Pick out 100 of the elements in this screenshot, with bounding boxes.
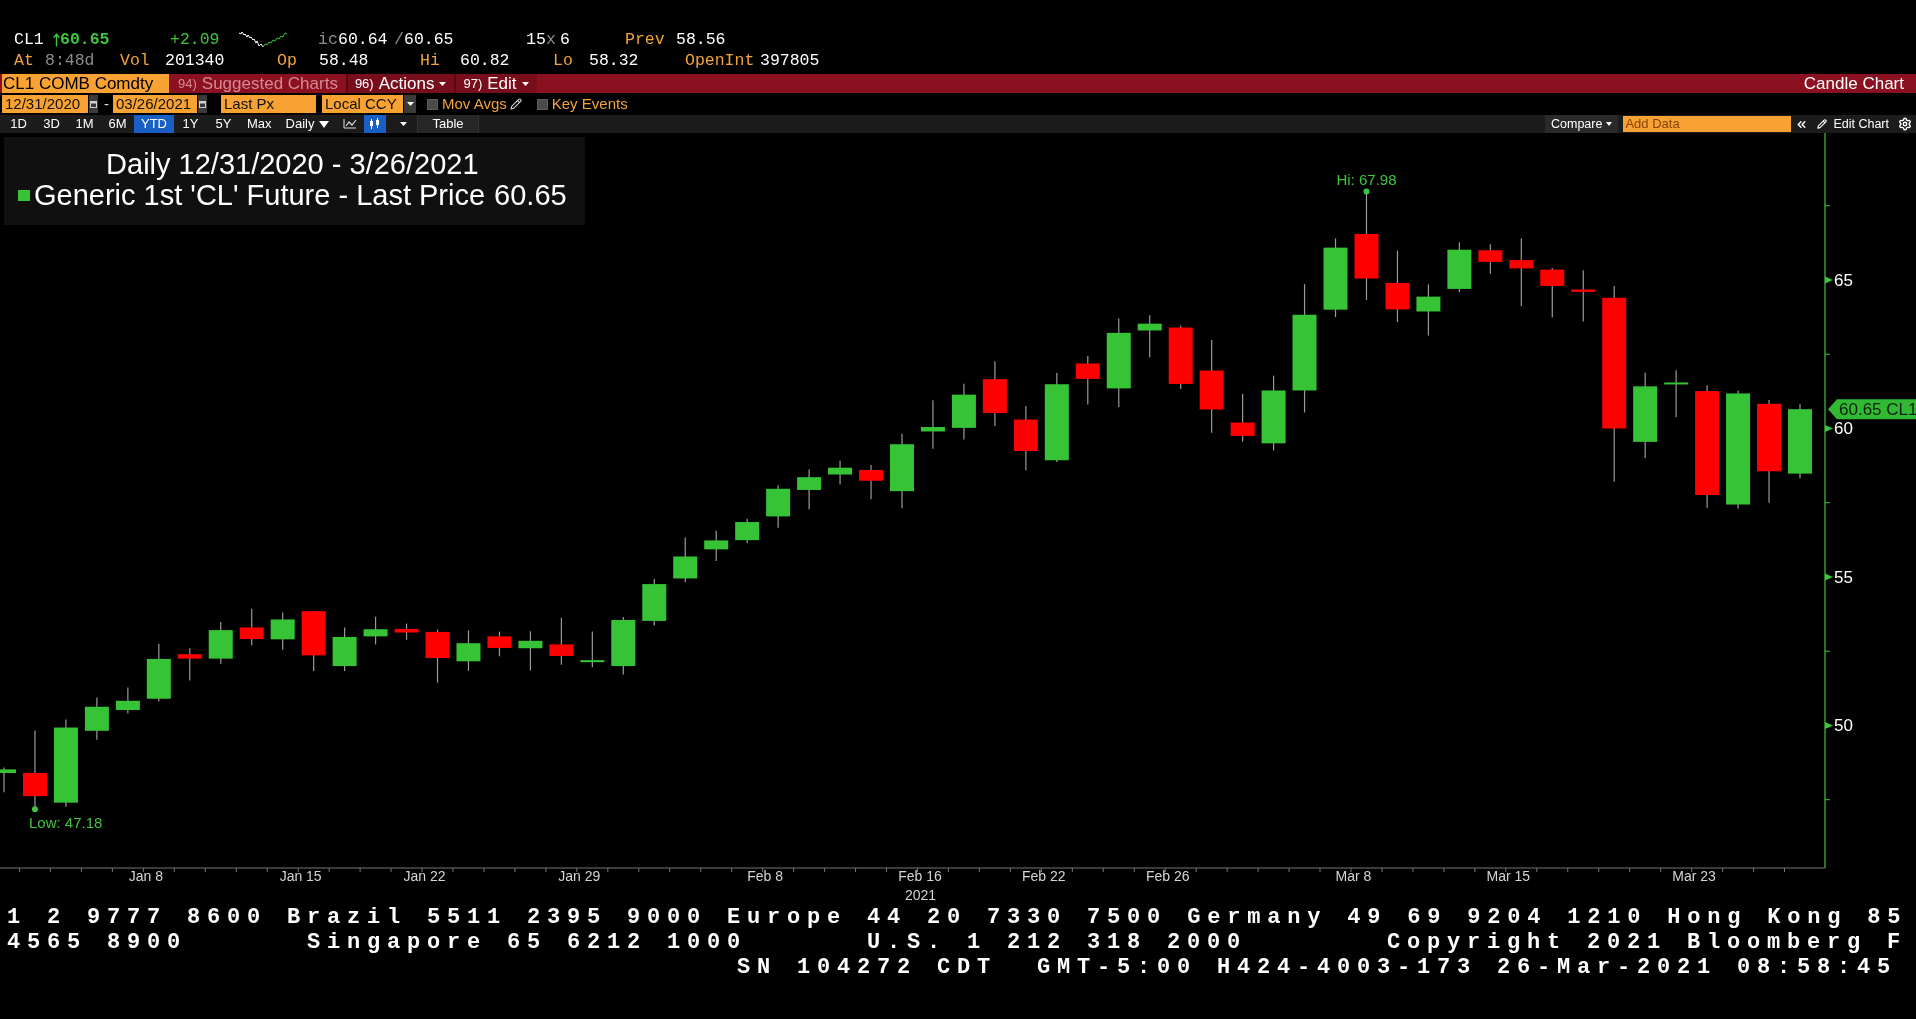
ticker-text: Copyright 2021 Bloomberg F bbox=[1387, 930, 1908, 955]
candle bbox=[766, 484, 791, 529]
calendar-button[interactable] bbox=[198, 95, 207, 113]
ticker-text: Singapore 65 6212 1000 bbox=[307, 930, 748, 955]
condition-code: ic bbox=[318, 30, 338, 50]
price-tag: 60.65 CL1 bbox=[1828, 399, 1916, 420]
edit-chart-button[interactable]: Edit Chart bbox=[1816, 115, 1890, 133]
candle bbox=[394, 623, 419, 641]
range-tab[interactable]: YTD bbox=[134, 115, 174, 133]
candle bbox=[1571, 269, 1596, 323]
toggle-label[interactable]: Key Events bbox=[551, 95, 628, 113]
x-axis-label: Feb 8 bbox=[747, 868, 784, 884]
range-tab[interactable]: 3D bbox=[35, 115, 68, 133]
x-axis-label: Feb 16 bbox=[898, 868, 942, 884]
point-marker-icon bbox=[31, 806, 38, 813]
range-tab[interactable]: Max bbox=[240, 115, 279, 133]
compare-button[interactable]: Compare bbox=[1545, 115, 1619, 133]
candle bbox=[1230, 393, 1255, 443]
candle bbox=[1509, 237, 1534, 307]
candle bbox=[332, 626, 357, 672]
candle bbox=[363, 616, 388, 645]
range-tab[interactable]: 5Y bbox=[207, 115, 240, 133]
calendar-button[interactable] bbox=[89, 95, 98, 113]
end-date-field[interactable]: 03/26/2021 bbox=[113, 95, 197, 113]
candle bbox=[673, 536, 698, 583]
stat-value: 8:48d bbox=[45, 50, 95, 71]
calendar-icon bbox=[199, 100, 206, 108]
table-button[interactable]: Table bbox=[417, 115, 479, 133]
line-chart-icon bbox=[343, 118, 358, 130]
prev-label: Prev bbox=[625, 30, 665, 50]
candle bbox=[518, 630, 543, 672]
candle bbox=[301, 610, 326, 672]
stat-label: Hi bbox=[420, 50, 440, 71]
candlestick-button[interactable] bbox=[364, 115, 387, 133]
x-axis-label: Jan 8 bbox=[128, 868, 163, 884]
candle bbox=[611, 616, 636, 675]
year-label: 2021 bbox=[904, 887, 937, 903]
x-axis-label: Feb 26 bbox=[1145, 868, 1190, 884]
candle bbox=[951, 383, 976, 441]
y-axis-label: 55 bbox=[1834, 567, 1853, 587]
pencil-icon[interactable] bbox=[509, 98, 522, 110]
stat-value: 58.48 bbox=[319, 50, 369, 71]
candle bbox=[580, 631, 605, 668]
bid-size: 15 bbox=[526, 30, 546, 50]
checkbox[interactable] bbox=[536, 98, 548, 110]
x-axis-label: Jan 15 bbox=[279, 868, 322, 884]
point-marker-icon bbox=[1363, 188, 1370, 195]
security-field[interactable]: CL1 COMB Comdty bbox=[2, 74, 169, 93]
range-tab[interactable]: 1Y bbox=[174, 115, 207, 133]
toggle-label[interactable]: Mov Avgs bbox=[442, 95, 507, 113]
calendar-icon bbox=[90, 100, 97, 108]
candle bbox=[797, 468, 822, 510]
sparkline bbox=[239, 31, 287, 49]
high-label: Hi: 67.98 bbox=[1336, 170, 1397, 188]
candle bbox=[115, 686, 140, 715]
x-axis-label: Mar 8 bbox=[1335, 868, 1372, 884]
candle bbox=[146, 643, 171, 702]
range-tab[interactable]: 6M bbox=[101, 115, 134, 133]
candle bbox=[1478, 243, 1503, 275]
series-name: Generic 1st 'CL' Future - Last Price bbox=[34, 180, 486, 211]
candle bbox=[828, 460, 853, 486]
price-change: +2.09 bbox=[170, 30, 220, 50]
candle bbox=[704, 530, 729, 562]
candle bbox=[1137, 314, 1162, 358]
candle bbox=[1168, 324, 1193, 390]
candle bbox=[920, 399, 945, 450]
price-separator: / bbox=[394, 30, 404, 50]
price-field-dropdown[interactable]: Last Px bbox=[221, 95, 316, 113]
stat-label: At bbox=[14, 50, 34, 71]
frequency-dropdown[interactable]: Daily bbox=[278, 115, 337, 133]
bid-price: 60.64 bbox=[338, 30, 388, 50]
y-axis-label: 65 bbox=[1834, 271, 1853, 290]
y-axis-label: 60 bbox=[1834, 419, 1853, 439]
ticker-text: 4565 8900 bbox=[7, 930, 188, 955]
stat-label: OpenInt bbox=[685, 50, 755, 71]
settings-icon[interactable] bbox=[1898, 117, 1912, 131]
start-date-field[interactable]: 12/31/2020 bbox=[2, 95, 88, 113]
pencil-icon bbox=[1817, 119, 1828, 129]
dropdown-button[interactable] bbox=[404, 95, 416, 113]
checkbox[interactable] bbox=[427, 98, 438, 110]
ticker-text: SN 104272 CDT GMT-5:00 H424-4003-173 26-Mar-2021 08:58:45 bbox=[737, 955, 1898, 980]
menu-button[interactable]: 97) Edit bbox=[454, 74, 537, 93]
candle bbox=[1416, 283, 1441, 337]
add-data-field[interactable]: Add Data bbox=[1623, 116, 1792, 132]
currency-dropdown[interactable]: Local CCY bbox=[322, 95, 403, 113]
stat-value: 397805 bbox=[760, 50, 820, 71]
menu-button[interactable]: 96) Actions bbox=[345, 74, 455, 93]
candle bbox=[456, 629, 481, 672]
ticker-text: 1 2 9777 8600 Brazil 5511 2395 9000 Europe 44 20 7330 7500 Germany 49 69 9204 1210 Hong Kong 85 bbox=[7, 905, 1908, 930]
low-label: Low: 47.18 bbox=[28, 814, 103, 832]
x-axis-label: Mar 15 bbox=[1486, 868, 1531, 884]
range-tab[interactable]: 1M bbox=[68, 115, 101, 133]
range-tab[interactable]: 1D bbox=[2, 115, 35, 133]
ticker-symbol: CL1 bbox=[14, 30, 44, 50]
x-axis-label: Jan 29 bbox=[558, 868, 601, 884]
candle bbox=[982, 360, 1007, 427]
candle bbox=[208, 621, 233, 665]
caret-icon[interactable] bbox=[400, 122, 408, 126]
caret-icon bbox=[1606, 122, 1613, 126]
candle bbox=[239, 608, 264, 646]
